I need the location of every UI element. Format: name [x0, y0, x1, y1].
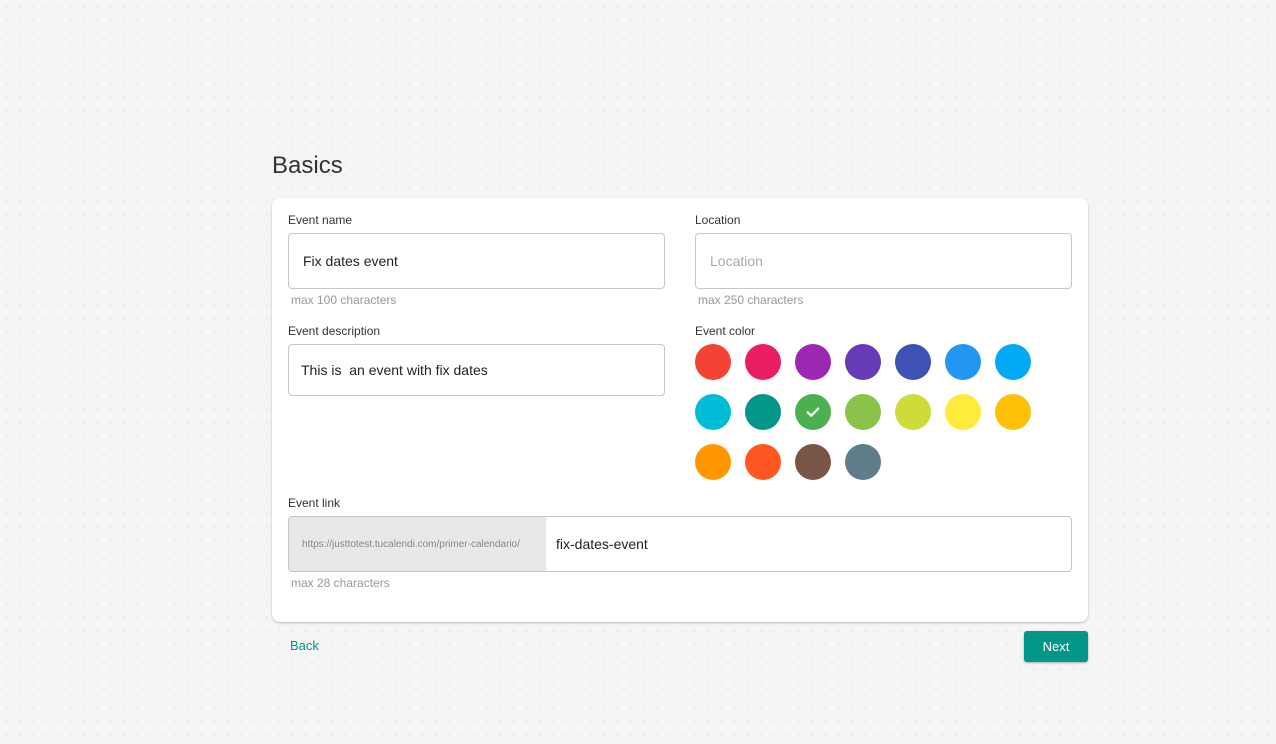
event-color-field: Event color	[695, 324, 1072, 480]
color-swatch-lime[interactable]	[895, 394, 931, 430]
event-link-hint: max 28 characters	[291, 576, 390, 590]
location-field: Location max 250 characters	[695, 213, 1072, 307]
back-button[interactable]: Back	[290, 638, 319, 653]
color-swatch-grid	[695, 344, 1072, 480]
event-link-prefix: https://justtotest.tucalendi.com/primer-…	[289, 517, 546, 571]
event-description-input[interactable]	[288, 344, 665, 396]
color-swatch-cyan[interactable]	[695, 394, 731, 430]
color-swatch-brown[interactable]	[795, 444, 831, 480]
event-name-label: Event name	[288, 213, 353, 227]
color-swatch-blue[interactable]	[945, 344, 981, 380]
location-label: Location	[695, 213, 741, 227]
event-link-input-group: https://justtotest.tucalendi.com/primer-…	[288, 516, 1072, 572]
event-name-hint: max 100 characters	[291, 293, 397, 307]
color-swatch-indigo[interactable]	[895, 344, 931, 380]
color-swatch-teal[interactable]	[745, 394, 781, 430]
location-input[interactable]	[695, 233, 1072, 289]
color-swatch-deep-purple[interactable]	[845, 344, 881, 380]
location-hint: max 250 characters	[698, 293, 804, 307]
event-link-field: Event link https://justtotest.tucalendi.…	[288, 496, 1072, 590]
event-link-label: Event link	[288, 496, 341, 510]
color-swatch-deep-orange[interactable]	[745, 444, 781, 480]
color-swatch-orange[interactable]	[695, 444, 731, 480]
color-swatch-red[interactable]	[695, 344, 731, 380]
event-color-label: Event color	[695, 324, 756, 338]
color-swatch-purple[interactable]	[795, 344, 831, 380]
event-description-label: Event description	[288, 324, 381, 338]
event-name-field: Event name max 100 characters	[288, 213, 665, 307]
color-swatch-pink[interactable]	[745, 344, 781, 380]
next-button[interactable]: Next	[1024, 631, 1088, 662]
event-name-input[interactable]	[288, 233, 665, 289]
color-swatch-light-blue[interactable]	[995, 344, 1031, 380]
color-swatch-light-green[interactable]	[845, 394, 881, 430]
event-description-field: Event description	[288, 324, 665, 396]
color-swatch-green[interactable]	[795, 394, 831, 430]
color-swatch-amber[interactable]	[995, 394, 1031, 430]
color-swatch-blue-grey[interactable]	[845, 444, 881, 480]
event-link-slug-input[interactable]	[546, 517, 1071, 571]
page-title: Basics	[272, 152, 343, 179]
basics-form-card: Event name max 100 characters Location m…	[272, 198, 1088, 622]
check-icon	[806, 407, 820, 417]
color-swatch-yellow[interactable]	[945, 394, 981, 430]
